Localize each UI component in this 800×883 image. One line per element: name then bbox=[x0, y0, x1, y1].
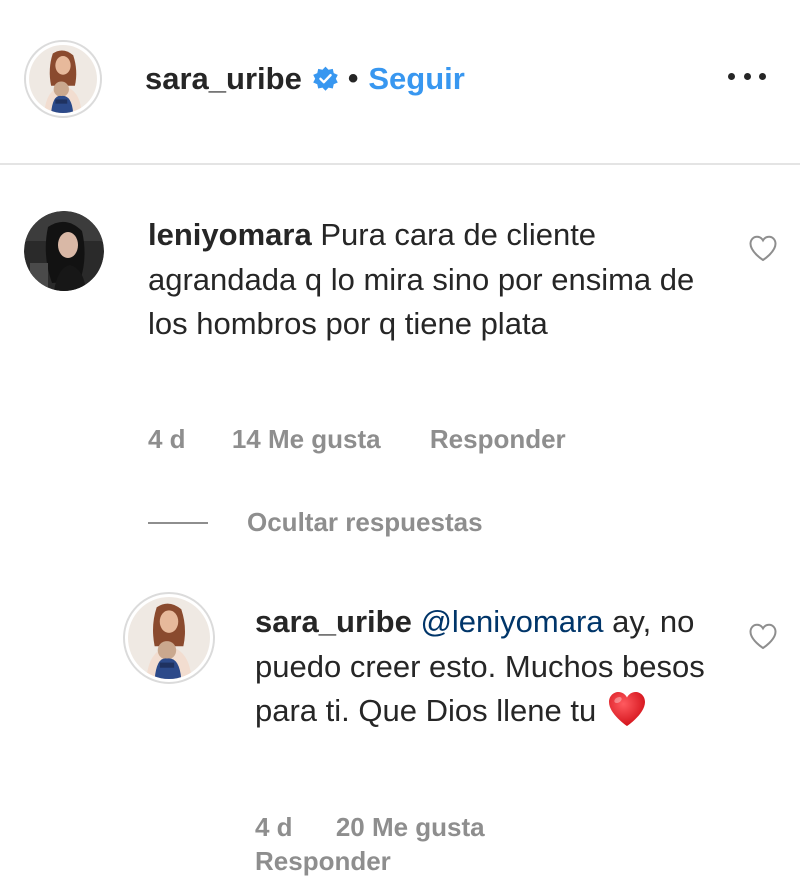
header-username[interactable]: sara_uribe bbox=[145, 61, 302, 97]
header-user-row: sara_uribe • Seguir bbox=[145, 57, 465, 101]
avatar-image bbox=[29, 45, 97, 113]
more-dot bbox=[728, 72, 735, 80]
reply-button[interactable]: Responder bbox=[255, 846, 391, 877]
comment-meta: 4 d 14 Me gusta Responder bbox=[148, 424, 566, 455]
profile-avatar[interactable] bbox=[24, 40, 102, 118]
more-options-icon[interactable] bbox=[728, 66, 766, 86]
reply-body: sara_uribe @leniyomara ay, no puedo cree… bbox=[255, 600, 725, 734]
reply-meta: 4 d 20 Me gusta bbox=[255, 812, 485, 843]
avatar-image bbox=[24, 211, 104, 291]
avatar-image bbox=[128, 597, 210, 679]
hide-replies-toggle[interactable]: Ocultar respuestas bbox=[148, 507, 483, 538]
separator-dot: • bbox=[347, 62, 359, 95]
red-heart-emoji-icon bbox=[607, 689, 647, 729]
comment-body: leniyomara Pura cara de cliente agrandad… bbox=[148, 213, 718, 347]
more-dot bbox=[759, 72, 766, 80]
reply-time[interactable]: 4 d bbox=[255, 812, 293, 843]
comment-username[interactable]: leniyomara bbox=[148, 217, 312, 252]
reply-username[interactable]: sara_uribe bbox=[255, 604, 412, 639]
verified-badge-icon bbox=[312, 66, 339, 93]
like-heart-icon[interactable] bbox=[748, 622, 778, 650]
replies-divider-line bbox=[148, 521, 208, 524]
comment-time[interactable]: 4 d bbox=[148, 424, 186, 455]
like-heart-icon[interactable] bbox=[748, 234, 778, 262]
follow-button[interactable]: Seguir bbox=[368, 61, 464, 97]
post-header: sara_uribe • Seguir bbox=[0, 0, 800, 165]
reply-avatar[interactable] bbox=[123, 592, 215, 684]
commenter-avatar[interactable] bbox=[24, 211, 104, 291]
reply-likes[interactable]: 20 Me gusta bbox=[336, 812, 485, 843]
more-dot bbox=[743, 72, 751, 80]
comment-likes[interactable]: 14 Me gusta bbox=[232, 424, 381, 455]
mention-link[interactable]: @leniyomara bbox=[420, 604, 603, 639]
reply-button[interactable]: Responder bbox=[430, 424, 566, 455]
hide-replies-label: Ocultar respuestas bbox=[247, 507, 483, 537]
